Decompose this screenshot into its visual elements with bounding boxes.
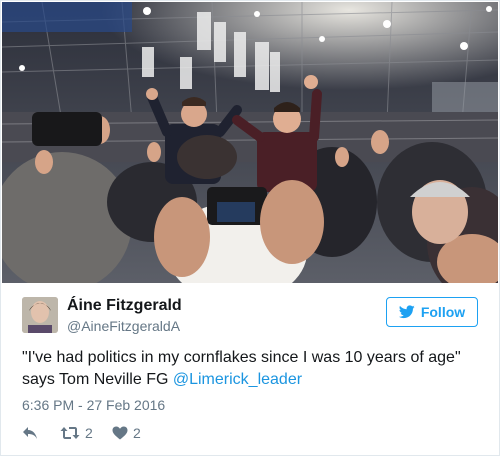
tweet-text: "I've had politics in my cornflakes sinc… — [22, 347, 482, 391]
tweet-actions: 2 2 — [22, 423, 141, 443]
retweet-icon — [60, 427, 80, 439]
reply-button[interactable] — [22, 426, 60, 440]
reply-icon — [23, 427, 37, 439]
mention-link[interactable]: @Limerick_leader — [173, 371, 302, 388]
author-display-name[interactable]: Áine Fitzgerald — [67, 297, 182, 315]
embedded-tweet-card: Áine Fitzgerald @AineFitzgeraldA Follow … — [0, 0, 500, 456]
tweet-timestamp[interactable]: 6:36 PM - 27 Feb 2016 — [22, 397, 165, 413]
follow-button[interactable]: Follow — [386, 297, 478, 327]
retweet-button[interactable]: 2 — [60, 425, 112, 441]
author-handle[interactable]: @AineFitzgeraldA — [67, 318, 180, 334]
like-count: 2 — [133, 425, 141, 441]
author-avatar[interactable] — [22, 297, 58, 333]
tweet-body: Áine Fitzgerald @AineFitzgeraldA Follow … — [1, 283, 499, 455]
like-button[interactable]: 2 — [112, 425, 141, 441]
heart-icon — [112, 426, 128, 440]
retweet-count: 2 — [85, 425, 93, 441]
tweet-photo[interactable] — [2, 2, 498, 283]
bird-icon — [398, 305, 415, 319]
follow-button-label: Follow — [420, 304, 466, 320]
